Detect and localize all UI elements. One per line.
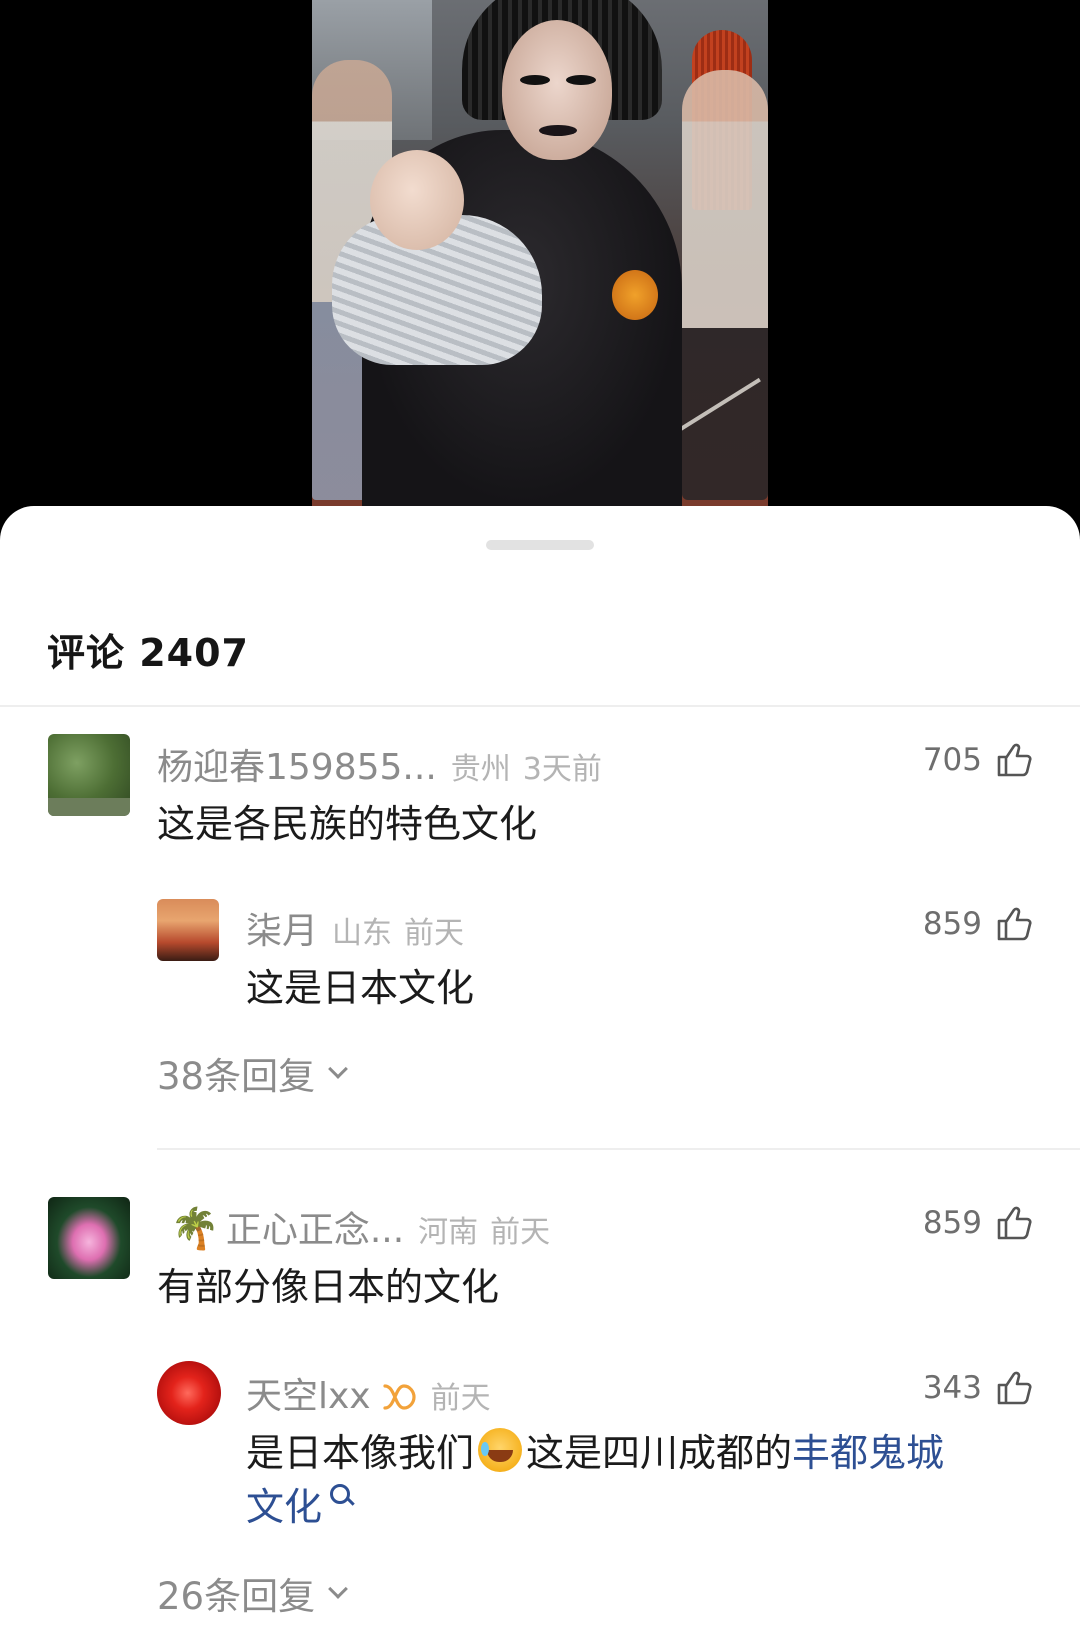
infinity-badge-icon [383,1384,416,1410]
reply-meta: 柒月 山东 前天 [246,902,464,954]
thumb-up-icon [997,743,1032,777]
reply-like-count: 343 [922,1370,982,1406]
video-eye-right [566,75,596,85]
reply-time: 前天 [404,916,465,951]
lotus-avatar[interactable] [48,1197,130,1279]
replies-count-label: 38条回复 [157,1055,316,1098]
sheet-drag-handle[interactable] [486,540,594,550]
topic-link-continued[interactable]: 文化 [246,1485,322,1529]
comment-text[interactable]: 这是各民族的特色文化 [157,797,537,851]
video-figure-right [682,70,768,500]
reply-text-part2: 这是四川成都的 [526,1431,793,1475]
search-icon[interactable] [330,1484,351,1504]
expand-replies-button[interactable]: 26条回复 [157,1566,348,1620]
video-lantern [612,270,658,320]
comment-username[interactable]: 正心正念... [226,1201,404,1253]
video-frame[interactable] [312,0,768,506]
topic-link[interactable]: 丰都鬼城 [792,1431,944,1475]
comment-divider [157,1148,1080,1150]
video-face [502,20,612,160]
crying-laughing-emoji-icon [478,1428,523,1472]
girl-avatar[interactable] [157,899,219,961]
comment-sheet: 评论 2407 杨迎春159855... 贵州 3天前 这是各民族的特色文化 7… [0,506,1080,1644]
like-button[interactable]: 705 [923,742,1032,778]
reply-text[interactable]: 是日本像我们 这是四川成都的丰都鬼城文化 [246,1426,1036,1534]
reply-like-button[interactable]: 859 [923,906,1032,942]
comment-text[interactable]: 有部分像日本的文化 [157,1260,499,1314]
reply-like-count: 859 [922,906,982,942]
chevron-down-icon [328,1579,348,1599]
tree-avatar[interactable] [48,734,130,816]
like-count: 705 [922,742,982,778]
thumb-up-icon [997,1371,1032,1405]
reply-time: 前天 [430,1381,491,1416]
video-baby-head [370,150,464,250]
video-lips [539,125,577,136]
comment-meta: 杨迎春159855... 贵州 3天前 [157,738,602,790]
reply-meta: 天空lxx 前天 [246,1367,491,1419]
comment-time: 前天 [490,1215,551,1250]
reply-text[interactable]: 这是日本文化 [246,961,474,1015]
comment-meta: 🌴 正心正念... 河南 前天 [170,1201,550,1253]
reply-text-part1: 是日本像我们 [246,1431,475,1475]
expand-replies-button[interactable]: 38条回复 [157,1046,348,1100]
reply-username[interactable]: 天空lxx [246,1367,371,1419]
comment-location: 河南 [418,1215,479,1250]
like-button[interactable]: 859 [923,1205,1032,1241]
thumb-up-icon [997,907,1032,941]
video-player[interactable] [0,0,1080,520]
replies-count-label: 26条回复 [157,1575,316,1618]
title-divider [0,705,1080,707]
palm-tree-icon: 🌴 [170,1206,220,1252]
like-count: 859 [922,1205,982,1241]
chevron-down-icon [328,1059,348,1079]
comment-time: 3天前 [522,752,602,787]
rose-avatar[interactable] [157,1361,221,1425]
comments-title: 评论 2407 [47,631,249,675]
comment-location: 贵州 [450,752,511,787]
reply-like-button[interactable]: 343 [923,1370,1032,1406]
reply-location: 山东 [332,916,393,951]
thumb-up-icon [997,1206,1032,1240]
comment-username[interactable]: 杨迎春159855... [157,738,437,790]
video-eye-left [520,75,550,85]
reply-username[interactable]: 柒月 [246,902,318,954]
